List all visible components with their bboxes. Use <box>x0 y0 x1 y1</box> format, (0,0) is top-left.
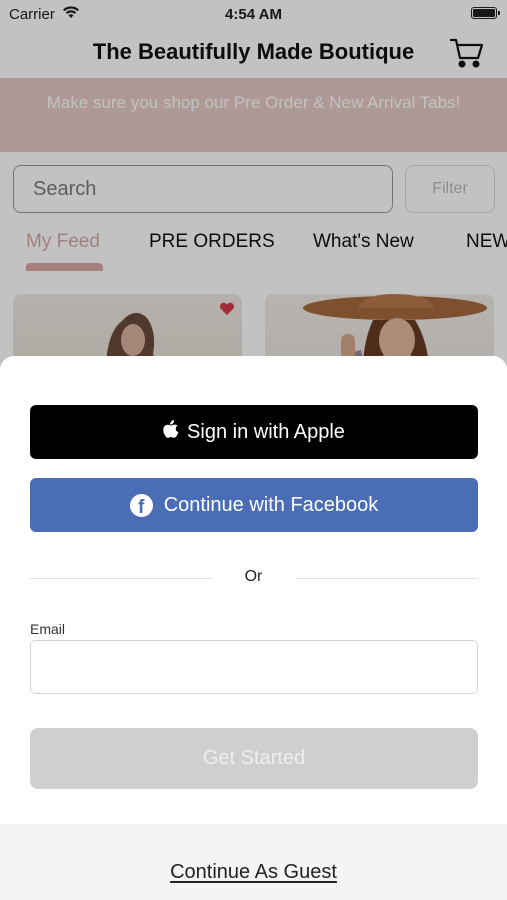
email-label: Email <box>30 621 66 637</box>
apple-button-label: Sign in with Apple <box>187 420 345 443</box>
sign-in-with-apple-button[interactable]: Sign in with Apple <box>30 405 478 459</box>
continue-with-facebook-button[interactable]: f Continue with Facebook <box>30 478 478 532</box>
facebook-button-label: Continue with Facebook <box>163 493 379 516</box>
continue-as-guest-link[interactable]: Continue As Guest <box>0 861 507 884</box>
facebook-icon: f <box>129 493 153 517</box>
sign-in-sheet: Sign in with Apple f Continue with Faceb… <box>0 356 507 900</box>
email-field[interactable] <box>30 640 478 694</box>
apple-icon <box>163 419 179 445</box>
or-separator: Or <box>244 568 263 585</box>
divider-right <box>296 578 478 579</box>
guest-footer: Continue As Guest <box>0 824 507 900</box>
get-started-button[interactable]: Get Started <box>30 728 478 789</box>
